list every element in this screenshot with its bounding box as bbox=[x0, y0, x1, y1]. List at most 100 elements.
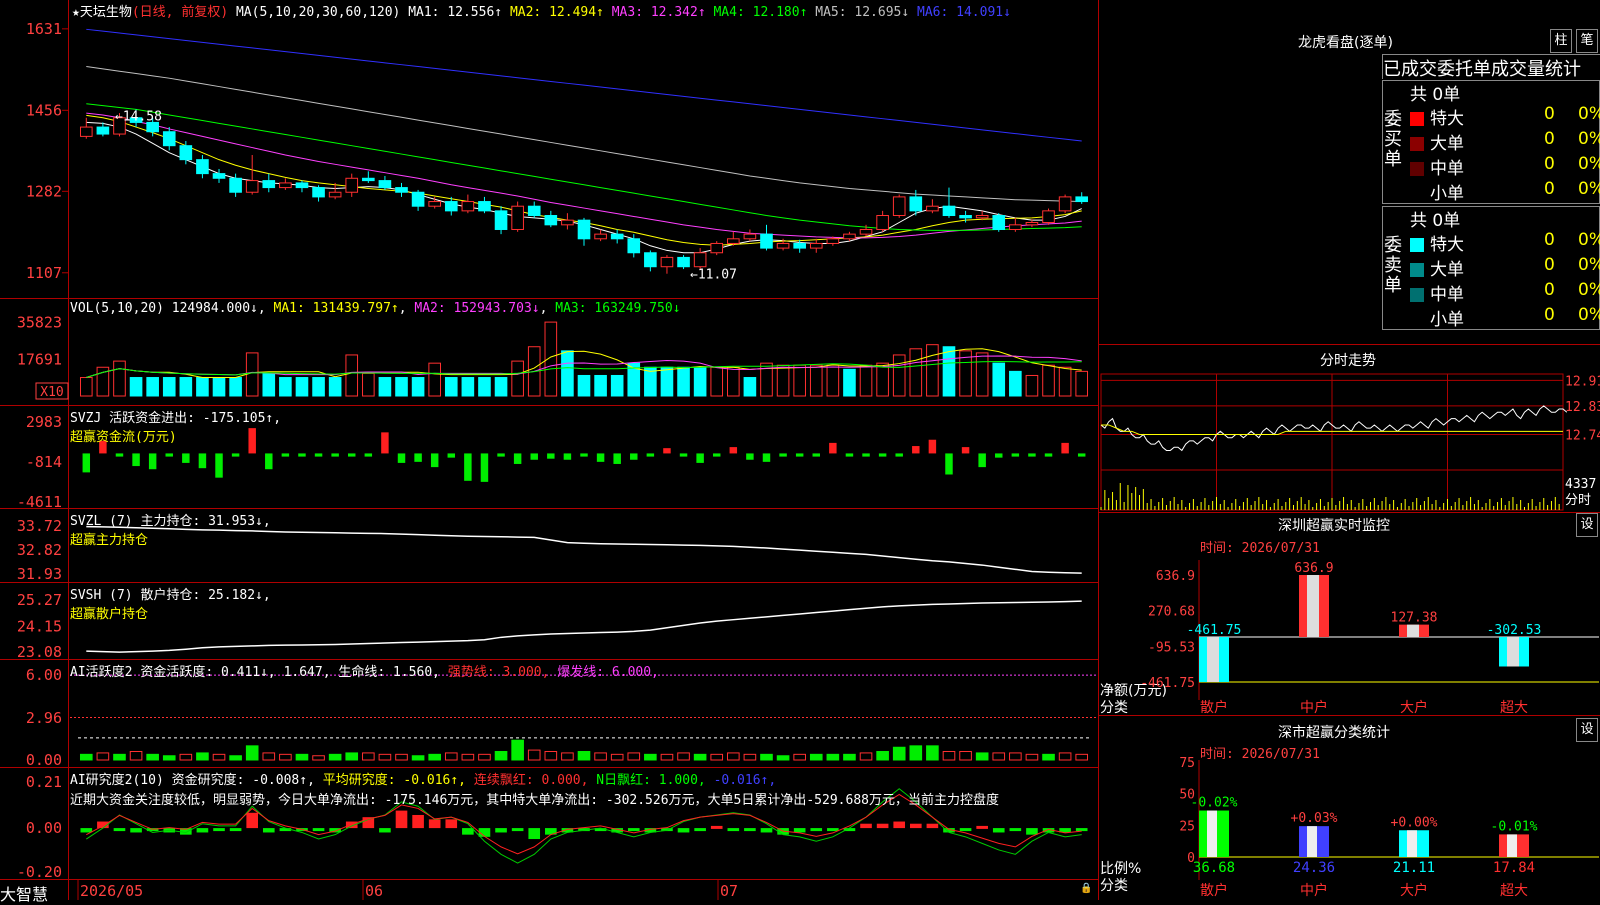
candle-body bbox=[362, 177, 375, 182]
volume-bar bbox=[942, 346, 956, 397]
candle-body bbox=[511, 205, 524, 230]
fund-flow-bar bbox=[746, 453, 754, 460]
strong-line-label: 强势线: 3.000, bbox=[447, 665, 550, 680]
activity-bar bbox=[79, 753, 93, 761]
activity-bar bbox=[826, 753, 840, 761]
commentary-text: 近期大资金关注度较低，明显弱势，今日大单净流出: -175.146万元，其中特大… bbox=[70, 789, 1096, 808]
activity-bar bbox=[544, 751, 558, 761]
activity-bar bbox=[1009, 752, 1022, 761]
activity-bar bbox=[162, 755, 176, 761]
fenshi-price-line bbox=[1100, 405, 1568, 452]
fund-flow-bar bbox=[862, 453, 870, 457]
volume-bar bbox=[279, 377, 292, 397]
activity-bar bbox=[975, 752, 989, 761]
volume-bar bbox=[826, 364, 840, 397]
period-label: (日线, 前复权) bbox=[131, 5, 229, 20]
fund-flow-bar bbox=[215, 453, 223, 478]
ma4-value: 12.180↑ bbox=[752, 5, 808, 20]
volume-bar bbox=[859, 364, 873, 397]
fund-flow-bar bbox=[148, 453, 157, 470]
research-bar bbox=[760, 828, 773, 833]
svzj-name: 超赢资金流(万元) bbox=[70, 430, 177, 445]
stat-value-label: 21.11 bbox=[1393, 860, 1435, 876]
candle-body bbox=[295, 182, 309, 189]
candle-body bbox=[743, 233, 757, 240]
stat-change-label: +0.03% bbox=[1291, 811, 1338, 826]
fund-flow-bar bbox=[712, 453, 721, 457]
research-bar bbox=[196, 828, 209, 833]
vol-title: VOL(5,10,20) bbox=[70, 301, 164, 316]
monitor-tick-label: -461.75 bbox=[1140, 676, 1195, 691]
stat-bar-highlight bbox=[1407, 830, 1417, 857]
ai-active-title: AI活跃度2 bbox=[70, 665, 133, 680]
candle-body bbox=[444, 201, 458, 212]
fund-flow-bar bbox=[198, 453, 207, 469]
ai-research-title: AI研究度2(10) bbox=[70, 773, 164, 788]
monitor-bar-highlight bbox=[1407, 624, 1419, 638]
svzl-title: SVZL bbox=[70, 514, 102, 529]
volume-bar bbox=[129, 377, 143, 397]
research-bar bbox=[793, 828, 806, 833]
svzl-tick-label: 31.93 bbox=[17, 565, 62, 583]
candle-body bbox=[212, 173, 226, 179]
activity-bar bbox=[677, 752, 690, 761]
price-tick-label: 1107 bbox=[26, 264, 62, 282]
candle-body bbox=[461, 201, 475, 212]
ma2-value: 12.494↑ bbox=[549, 5, 604, 20]
candle-body bbox=[577, 219, 591, 240]
vol-tick-label: 17691 bbox=[17, 351, 62, 369]
volume-bar bbox=[594, 374, 607, 397]
burst-line-label: 爆发线: 6.000, bbox=[557, 665, 659, 680]
fund-flow-bar bbox=[82, 453, 91, 473]
research-bar bbox=[694, 828, 706, 832]
volume-bar bbox=[577, 374, 591, 397]
svsh-value: (7) 散户持仓: 25.182↓, bbox=[109, 588, 271, 603]
vol-value: 124984.000↓ bbox=[171, 301, 258, 316]
activity-bar bbox=[179, 753, 193, 761]
svzj-tick-label: 2983 bbox=[26, 413, 62, 431]
fund-flow-bar bbox=[547, 453, 555, 459]
activity-bar bbox=[727, 752, 740, 761]
activity-bar bbox=[378, 753, 392, 761]
fund-flow-bar bbox=[530, 453, 538, 460]
research-bar bbox=[395, 810, 408, 829]
activity-bar bbox=[478, 753, 491, 761]
ma-params: MA(5,10,20,30,60,120) bbox=[235, 5, 401, 20]
fenshi-vol-label: 4337 bbox=[1565, 477, 1596, 492]
monitor-bar-highlight bbox=[1207, 637, 1219, 682]
activity-bar bbox=[892, 746, 906, 761]
research-bar bbox=[312, 828, 325, 832]
volume-bar bbox=[478, 377, 491, 397]
candle-body bbox=[1042, 210, 1055, 224]
candle-body bbox=[909, 196, 923, 212]
svzj-title: SVZJ bbox=[70, 411, 102, 426]
fund-flow-bar bbox=[679, 453, 688, 457]
fund-flow-bar bbox=[928, 439, 937, 454]
candle-body bbox=[975, 215, 989, 219]
monitor-value-label: -461.75 bbox=[1187, 623, 1242, 638]
fund-flow-bar bbox=[961, 447, 970, 454]
candle-body bbox=[793, 242, 806, 249]
research-bar bbox=[495, 828, 507, 833]
chart-canvas: 1631 1456 1282 1107 ←14.58 ←11.07 35823 17691 X1… bbox=[17, 20, 1098, 900]
activity-bar bbox=[776, 755, 790, 761]
volume-bar bbox=[809, 364, 823, 397]
monitor-category-label: 散户 bbox=[1200, 699, 1228, 716]
fenshi-tick-label: 12.74 bbox=[1565, 429, 1600, 444]
stat-bar-highlight bbox=[1207, 810, 1217, 857]
volume-bar bbox=[79, 377, 93, 397]
research-bar bbox=[627, 828, 640, 832]
candle-body bbox=[610, 233, 624, 240]
candle-body bbox=[776, 242, 790, 249]
ai-research-value: 资金研究度: -0.008↑, bbox=[171, 773, 315, 788]
activity-bar bbox=[113, 753, 126, 761]
monitor-tick-label: -95.53 bbox=[1148, 640, 1195, 655]
fund-flow-bar bbox=[265, 453, 273, 470]
svzj-tick-label: -4611 bbox=[17, 493, 62, 511]
svsh-tick-label: 25.27 bbox=[17, 591, 62, 609]
monitor-value-label: 636.9 bbox=[1294, 561, 1333, 576]
volume-bar bbox=[245, 352, 259, 397]
candle-body bbox=[428, 201, 441, 207]
activity-bar bbox=[395, 753, 408, 761]
research-bar bbox=[428, 819, 441, 829]
